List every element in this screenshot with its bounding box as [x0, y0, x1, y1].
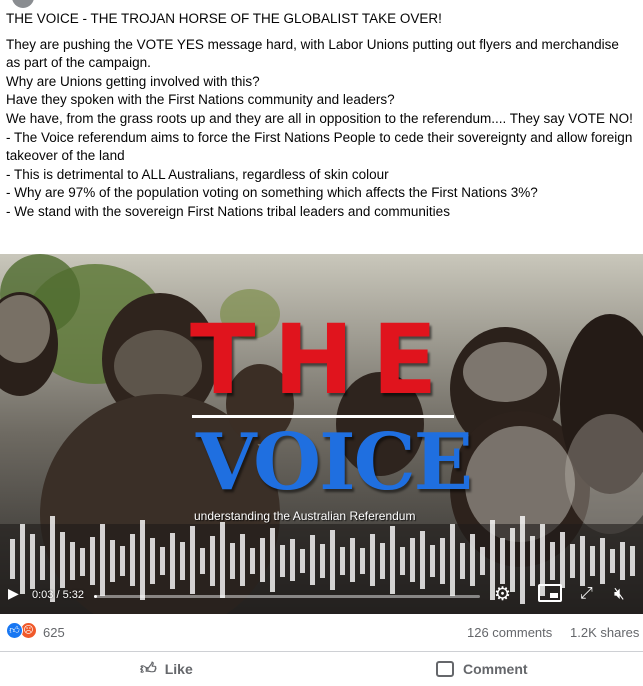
post-stats: 👍︎ ☹ 625 126 comments 1.2K shares: [0, 618, 643, 646]
post-header: [0, 0, 643, 10]
post-paragraph: Have they spoken with the First Nations …: [6, 92, 395, 108]
post-actions: 👍︎ Like Comment: [0, 651, 643, 686]
comment-count[interactable]: 126 comments: [467, 625, 552, 640]
comment-button[interactable]: Comment: [436, 658, 528, 680]
reaction-count[interactable]: 625: [43, 625, 65, 640]
comment-label: Comment: [463, 661, 528, 677]
comment-icon: [436, 661, 454, 677]
video-title-overlay: THE VOICE understanding the Australian R…: [0, 254, 643, 614]
like-icon: 👍︎: [6, 622, 23, 639]
post-paragraph: - Why are 97% of the population voting o…: [6, 185, 538, 201]
post-paragraph: Why are Unions getting involved with thi…: [6, 73, 260, 89]
reaction-icons[interactable]: 👍︎ ☹: [6, 622, 42, 640]
like-button[interactable]: 👍︎ Like: [140, 658, 193, 680]
video-progress-bar[interactable]: [94, 595, 480, 598]
post-paragraph: - We stand with the sovereign First Nati…: [6, 203, 450, 219]
share-count[interactable]: 1.2K shares: [570, 625, 639, 640]
volume-muted-icon[interactable]: 🔇︎: [614, 585, 625, 602]
settings-icon[interactable]: ⚙: [494, 585, 511, 604]
video-player[interactable]: THE VOICE understanding the Australian R…: [0, 254, 643, 614]
post-text: THE VOICE - THE TROJAN HORSE OF THE GLOB…: [6, 10, 636, 222]
video-title-the: THE: [190, 304, 456, 416]
play-icon[interactable]: ▶: [8, 586, 19, 600]
like-label: Like: [164, 661, 193, 677]
avatar[interactable]: [12, 0, 34, 8]
video-time: 0:03 / 5:32: [32, 589, 84, 601]
post-title: THE VOICE - THE TROJAN HORSE OF THE GLOB…: [6, 11, 442, 26]
video-progress-fill: [94, 595, 98, 598]
video-title-voice: VOICE: [196, 417, 473, 508]
thumbs-up-icon: 👍︎: [140, 660, 157, 678]
post-paragraph: - The Voice referendum aims to force the…: [6, 129, 633, 164]
post-paragraph: - This is detrimental to ALL Australians…: [6, 166, 389, 182]
video-controls: ▶ 0:03 / 5:32 ⚙ ⤢ 🔇︎: [0, 580, 643, 614]
fullscreen-icon[interactable]: ⤢: [580, 586, 593, 602]
post-paragraph: They are pushing the VOTE YES message ha…: [6, 36, 619, 71]
video-tagline: understanding the Australian Referendum: [194, 509, 416, 523]
picture-in-picture-icon[interactable]: [538, 584, 562, 602]
post-paragraph: We have, from the grass roots up and the…: [6, 110, 633, 126]
